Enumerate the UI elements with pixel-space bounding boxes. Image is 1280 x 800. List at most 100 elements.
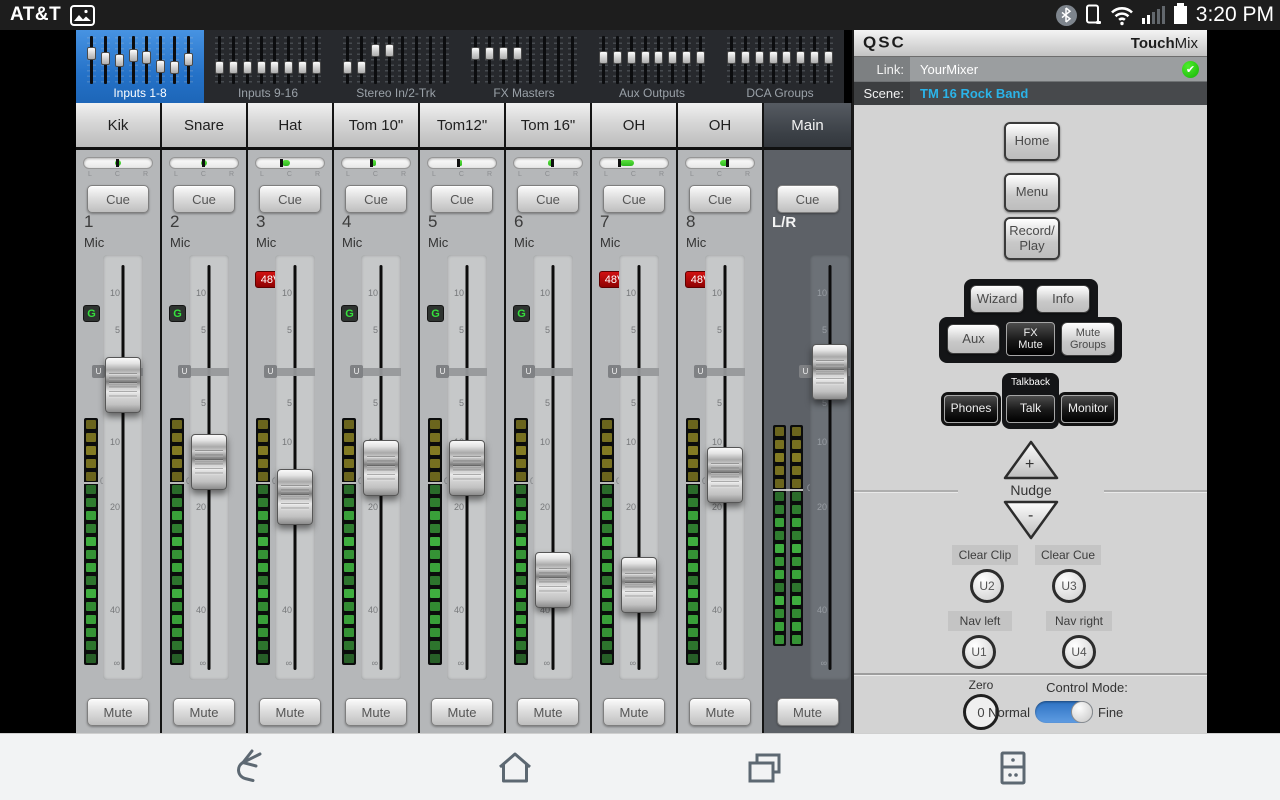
channel-name[interactable]: Hat <box>248 103 332 150</box>
cue-button[interactable]: Cue <box>173 185 235 213</box>
mute-button[interactable]: Mute <box>689 698 751 726</box>
user-button-u4[interactable]: U4 <box>1062 635 1096 669</box>
phones-button[interactable]: Phones <box>944 395 998 423</box>
cue-button[interactable]: Cue <box>517 185 579 213</box>
fader-knob[interactable] <box>105 357 141 413</box>
pan-slider[interactable] <box>513 157 583 169</box>
cue-button[interactable]: Cue <box>777 185 839 213</box>
fader-scale-label: 10 <box>277 288 292 298</box>
cue-button[interactable]: Cue <box>689 185 751 213</box>
channel-name[interactable]: OH <box>592 103 676 150</box>
recents-icon[interactable] <box>745 748 785 788</box>
user-button-u1[interactable]: U1 <box>962 635 996 669</box>
unity-tab: U <box>608 365 621 378</box>
link-value[interactable]: YourMixer <box>920 62 978 77</box>
fader-knob[interactable] <box>535 552 571 608</box>
channel-name[interactable]: Tom 16" <box>506 103 590 150</box>
mute-button[interactable]: Mute <box>603 698 665 726</box>
pan-slider[interactable] <box>255 157 325 169</box>
aux-button[interactable]: Aux <box>947 324 1000 354</box>
channel-name[interactable]: Tom 10" <box>334 103 418 150</box>
talk-button[interactable]: Talk <box>1006 395 1055 423</box>
tab-inputs-9-16[interactable]: Inputs 9-16 <box>204 30 332 103</box>
mute-button[interactable]: Mute <box>517 698 579 726</box>
android-status-bar: AT&T 3:20 PM <box>0 0 1280 30</box>
cue-button[interactable]: Cue <box>345 185 407 213</box>
info-button[interactable]: Info <box>1036 285 1090 313</box>
channel-strips: KikLCR1MicCueG0105U5102040∞MuteSnareLCR2… <box>76 103 853 733</box>
dual-window-icon[interactable] <box>993 748 1033 788</box>
mute-button[interactable]: Mute <box>777 698 839 726</box>
unity-tab: U <box>694 365 707 378</box>
channel-name[interactable]: Kik <box>76 103 160 150</box>
monitor-button[interactable]: Monitor <box>1061 395 1115 423</box>
cue-button[interactable]: Cue <box>259 185 321 213</box>
fader-knob[interactable] <box>363 440 399 496</box>
bottom-divider <box>854 673 1209 675</box>
fx-mute-button[interactable]: FX Mute <box>1006 322 1055 356</box>
pan-slider[interactable] <box>685 157 755 169</box>
mode-fine-label: Fine <box>1098 705 1123 720</box>
channel-name[interactable]: OH <box>678 103 762 150</box>
mini-fader <box>297 36 308 84</box>
pan-slider[interactable] <box>83 157 153 169</box>
meter-zero-tick <box>773 489 803 491</box>
pan-scale: LCR <box>255 171 325 178</box>
tab-stereo-in-2-trk[interactable]: Stereo In/2-Trk <box>332 30 460 103</box>
pan-slider[interactable] <box>169 157 239 169</box>
home-button[interactable]: Home <box>1004 122 1060 161</box>
cue-button[interactable]: Cue <box>87 185 149 213</box>
fader-knob[interactable] <box>191 434 227 490</box>
menu-button[interactable]: Menu <box>1004 173 1060 212</box>
fader-scale-label: ∞ <box>449 658 464 668</box>
mini-fader-knob <box>485 47 494 60</box>
fader-scale-label: 40 <box>449 605 464 615</box>
record-play-button[interactable]: Record/ Play <box>1004 217 1060 260</box>
divider-right <box>1104 490 1209 492</box>
mute-groups-button[interactable]: Mute Groups <box>1061 322 1115 356</box>
unity-tab: U <box>178 365 191 378</box>
mute-button[interactable]: Mute <box>87 698 149 726</box>
scene-value[interactable]: TM 16 Rock Band <box>920 86 1028 101</box>
tab-inputs-1-8[interactable]: Inputs 1-8 <box>76 30 204 103</box>
pan-scale: LCR <box>513 171 583 178</box>
fader-knob[interactable] <box>707 447 743 503</box>
pan-slider[interactable] <box>599 157 669 169</box>
fader-scale-label: 10 <box>277 437 292 447</box>
channel-name[interactable]: Main <box>764 103 851 150</box>
fader-knob[interactable] <box>449 440 485 496</box>
back-icon[interactable] <box>230 748 270 788</box>
fader-scale-label: 5 <box>191 398 206 408</box>
fader-scale-label: 5 <box>363 325 378 335</box>
mini-fader-knob <box>142 51 151 64</box>
tab-dca-groups[interactable]: DCA Groups <box>716 30 844 103</box>
tab-aux-outputs[interactable]: Aux Outputs <box>588 30 716 103</box>
mute-button[interactable]: Mute <box>431 698 493 726</box>
tab-fx-masters[interactable]: FX Masters <box>460 30 588 103</box>
fader-scale-label: 10 <box>621 288 636 298</box>
pan-slider[interactable] <box>341 157 411 169</box>
channel-body: LCR3MicCue48V0105U5102040∞Mute <box>248 150 332 733</box>
mini-fader-knob <box>824 51 833 64</box>
control-mode-toggle[interactable] <box>1035 701 1093 723</box>
channel-name[interactable]: Tom12" <box>420 103 504 150</box>
mute-button[interactable]: Mute <box>173 698 235 726</box>
cue-button[interactable]: Cue <box>603 185 665 213</box>
channel-number: 6 <box>514 212 523 232</box>
channel-name[interactable]: Snare <box>162 103 246 150</box>
mute-button[interactable]: Mute <box>259 698 321 726</box>
cue-button[interactable]: Cue <box>431 185 493 213</box>
home-icon[interactable] <box>495 748 535 788</box>
user-button-u3[interactable]: U3 <box>1052 569 1086 603</box>
fader-knob[interactable] <box>812 344 848 400</box>
nudge-up-button[interactable]: + <box>1002 439 1060 481</box>
mini-fader-track <box>571 36 574 84</box>
toggle-knob[interactable] <box>1071 701 1093 723</box>
fader-knob[interactable] <box>621 557 657 613</box>
user-button-u2[interactable]: U2 <box>970 569 1004 603</box>
wizard-button[interactable]: Wizard <box>970 285 1024 313</box>
fader-knob[interactable] <box>277 469 313 525</box>
nudge-down-button[interactable]: - <box>1002 499 1060 541</box>
mute-button[interactable]: Mute <box>345 698 407 726</box>
pan-slider[interactable] <box>427 157 497 169</box>
